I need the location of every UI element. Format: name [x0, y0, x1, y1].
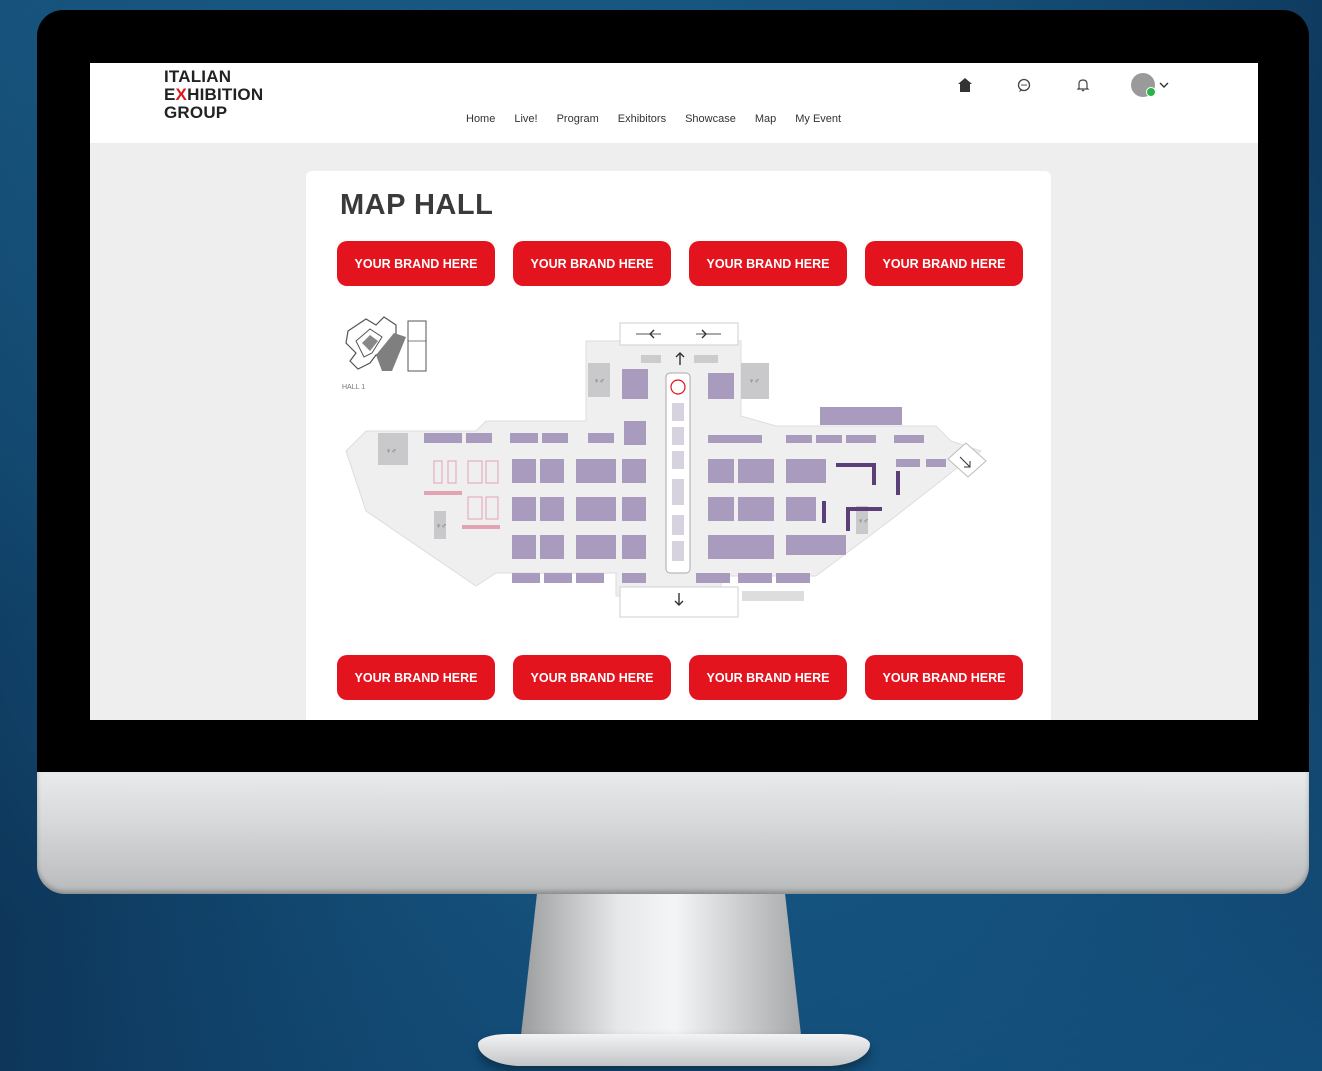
nav-item-exhibitors[interactable]: Exhibitors	[618, 113, 666, 125]
brand-button[interactable]: YOUR BRAND HERE	[865, 241, 1023, 286]
brand-button[interactable]: YOUR BRAND HERE	[689, 241, 847, 286]
header-actions	[954, 73, 1169, 97]
screen: ITALIAN EXHIBITION GROUP Home Live! Prog…	[90, 63, 1258, 720]
chevron-down-icon[interactable]	[1159, 81, 1169, 89]
page-title: MAP HALL	[340, 189, 494, 221]
nav-item-map[interactable]: Map	[755, 113, 776, 125]
hall-locator-thumbnail[interactable]	[345, 316, 427, 372]
brand-button[interactable]: YOUR BRAND HERE	[689, 655, 847, 700]
monitor-chin	[37, 772, 1309, 894]
info-point-icon[interactable]	[670, 379, 686, 395]
svg-text:♀♂: ♀♂	[436, 523, 447, 530]
monitor-stand-foot	[478, 1034, 870, 1066]
logo-line-2-suffix: HIBITION	[187, 85, 264, 104]
logo-line-1: ITALIAN	[164, 67, 232, 86]
main-nav: Home Live! Program Exhibitors Showcase M…	[466, 113, 841, 125]
brand-button[interactable]: YOUR BRAND HERE	[865, 655, 1023, 700]
brand-row-top: YOUR BRAND HERE YOUR BRAND HERE YOUR BRA…	[337, 241, 1023, 286]
brand-button[interactable]: YOUR BRAND HERE	[337, 241, 495, 286]
svg-text:♀♂: ♀♂	[594, 378, 605, 385]
chat-icon[interactable]	[1013, 74, 1035, 96]
home-icon[interactable]	[954, 74, 976, 96]
nav-item-my-event[interactable]: My Event	[795, 113, 841, 125]
avatar[interactable]	[1131, 73, 1156, 97]
barrier	[694, 355, 718, 363]
svg-text:♀♂: ♀♂	[749, 378, 760, 385]
monitor-stand-neck	[520, 894, 802, 1044]
brand-button[interactable]: YOUR BRAND HERE	[337, 655, 495, 700]
legend-strip	[742, 591, 804, 601]
hall-map[interactable]: HALL 1 ♀♂ ♀♂♀♂♀♂♀♂	[336, 311, 1006, 641]
barrier	[641, 355, 661, 363]
online-status-dot	[1146, 87, 1156, 97]
logo[interactable]: ITALIAN EXHIBITION GROUP	[164, 68, 263, 122]
nav-item-showcase[interactable]: Showcase	[685, 113, 736, 125]
svg-text:♀♂: ♀♂	[386, 448, 397, 455]
bell-icon[interactable]	[1072, 74, 1094, 96]
floor-outline	[345, 340, 983, 597]
brand-row-bottom: YOUR BRAND HERE YOUR BRAND HERE YOUR BRA…	[337, 655, 1023, 700]
logo-line-2: EXHIBITION	[164, 86, 263, 104]
brand-button[interactable]: YOUR BRAND HERE	[513, 241, 671, 286]
logo-line-2-x: X	[175, 85, 188, 104]
nav-item-program[interactable]: Program	[557, 113, 599, 125]
logo-line-3: GROUP	[164, 103, 228, 122]
site-header: ITALIAN EXHIBITION GROUP Home Live! Prog…	[90, 63, 1258, 143]
logo-line-2-prefix: E	[164, 85, 176, 104]
nav-item-home[interactable]: Home	[466, 113, 495, 125]
nav-item-live[interactable]: Live!	[514, 113, 537, 125]
user-menu[interactable]	[1131, 73, 1169, 97]
hall-label: HALL 1	[342, 384, 365, 391]
svg-text:♀♂: ♀♂	[858, 518, 869, 525]
map-card: MAP HALL YOUR BRAND HERE YOUR BRAND HERE…	[306, 171, 1051, 720]
brand-button[interactable]: YOUR BRAND HERE	[513, 655, 671, 700]
